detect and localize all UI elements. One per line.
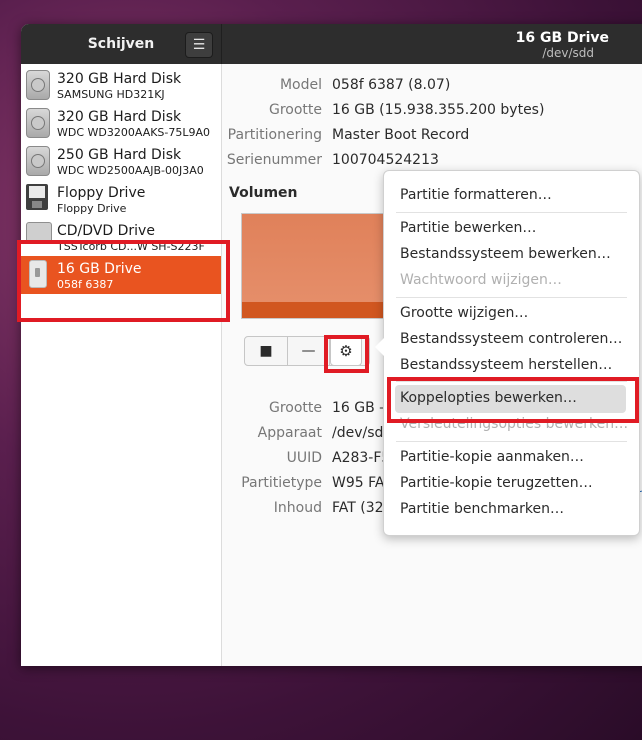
disk-list-sidebar: 320 GB Hard Disk SAMSUNG HD321KJ 320 GB …	[21, 64, 222, 666]
volumes-heading: Volumen	[229, 185, 298, 201]
drive-subtitle: /dev/sdd	[542, 46, 594, 60]
disk-item-hdd-3[interactable]: 250 GB Hard Disk WDC WD2500AAJB-00J3A0	[21, 142, 221, 180]
menu-item-format-partition[interactable]: Partitie formatteren…	[400, 187, 552, 203]
disk-item-model: SAMSUNG HD321KJ	[57, 88, 165, 101]
info-label: Partitionering	[227, 127, 322, 143]
info-value: Master Boot Record	[332, 127, 470, 143]
annotation-box-mount-options	[387, 377, 639, 423]
hard-disk-icon	[26, 108, 50, 138]
sidebar-header: Schijven ☰	[21, 24, 222, 64]
info-value: 16 GB (15.938.355.200 bytes)	[332, 102, 545, 118]
menu-separator	[396, 441, 627, 442]
info-label: Model	[279, 77, 322, 93]
menu-item-repair-filesystem[interactable]: Bestandssysteem herstellen…	[400, 357, 612, 373]
info-value: 058f 6387 (8.07)	[332, 77, 451, 93]
info-label: Serienummer	[226, 152, 322, 168]
disk-item-model: WDC WD2500AAJB-00J3A0	[57, 164, 204, 177]
volume-label: Grootte	[268, 400, 322, 416]
menu-separator	[396, 212, 627, 213]
disk-item-name: CD/DVD Drive	[57, 223, 155, 239]
volume-value: A283-F5	[332, 450, 391, 466]
hard-disk-icon	[26, 70, 50, 100]
disk-item-floppy[interactable]: Floppy Drive Floppy Drive	[21, 180, 221, 218]
header-bar: Schijven ☰ 16 GB Drive /dev/sdd	[21, 24, 642, 64]
menu-item-restore-partition-image[interactable]: Partitie-kopie terugzetten…	[400, 475, 593, 491]
disk-item-name: 320 GB Hard Disk	[57, 71, 182, 87]
volume-value: /dev/sd	[332, 425, 384, 441]
info-label: Grootte	[268, 102, 322, 118]
menu-item-edit-partition[interactable]: Partitie bewerken…	[400, 220, 536, 236]
drive-title: 16 GB Drive	[515, 30, 609, 46]
volume-label: Inhoud	[273, 500, 322, 516]
stop-icon[interactable]: ■	[245, 337, 288, 365]
floppy-icon	[26, 184, 50, 214]
menu-item-benchmark-partition[interactable]: Partitie benchmarken…	[400, 501, 564, 517]
volume-label: UUID	[286, 450, 322, 466]
hamburger-icon[interactable]: ☰	[185, 32, 213, 58]
menu-separator	[396, 297, 627, 298]
info-value: 100704524213	[332, 152, 439, 168]
hard-disk-icon	[26, 146, 50, 176]
disk-item-name: 320 GB Hard Disk	[57, 109, 182, 125]
annotation-box-gear-button	[324, 335, 369, 373]
partition-options-menu: Partitie formatteren… Partitie bewerken……	[375, 170, 640, 536]
disk-item-hdd-1[interactable]: 320 GB Hard Disk SAMSUNG HD321KJ	[21, 66, 221, 104]
menu-item-change-passphrase: Wachtwoord wijzigen…	[400, 272, 562, 288]
disk-item-model: Floppy Drive	[57, 202, 127, 215]
volume-label: Apparaat	[257, 425, 322, 441]
menu-item-edit-filesystem[interactable]: Bestandssysteem bewerken…	[400, 246, 611, 262]
disk-item-name: 250 GB Hard Disk	[57, 147, 182, 163]
menu-item-check-filesystem[interactable]: Bestandssysteem controleren…	[400, 331, 622, 347]
disk-item-model: WDC WD3200AAKS-75L9A0	[57, 126, 211, 139]
disk-item-hdd-2[interactable]: 320 GB Hard Disk WDC WD3200AAKS-75L9A0	[21, 104, 221, 142]
annotation-box-selected-drive	[17, 240, 230, 322]
popover-arrow	[375, 338, 384, 356]
menu-item-create-partition-image[interactable]: Partitie-kopie aanmaken…	[400, 449, 584, 465]
volume-label: Partitietype	[241, 475, 322, 491]
menu-item-resize[interactable]: Grootte wijzigen…	[400, 305, 528, 321]
disk-item-name: Floppy Drive	[57, 185, 146, 201]
volume-value: FAT (32-	[332, 500, 389, 516]
